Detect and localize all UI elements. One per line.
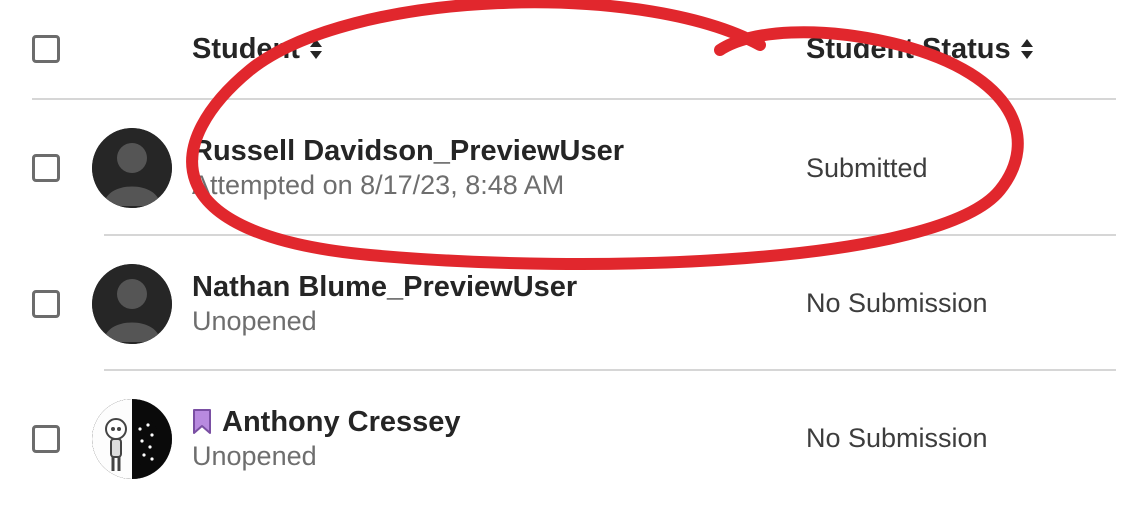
student-subtext: Unopened — [192, 306, 806, 337]
table-row[interactable]: Nathan Blume_PreviewUser Unopened No Sub… — [32, 236, 1116, 371]
student-subtext: Unopened — [192, 441, 806, 472]
column-header-status-label: Student Status — [806, 33, 1011, 66]
student-name: Anthony Cressey — [192, 406, 806, 439]
row-checkbox[interactable] — [32, 425, 60, 453]
avatar — [92, 399, 172, 479]
student-name-text: Russell Davidson_PreviewUser — [192, 135, 624, 168]
row-checkbox[interactable] — [32, 290, 60, 318]
student-name: Nathan Blume_PreviewUser — [192, 271, 806, 304]
student-name-text: Anthony Cressey — [222, 406, 461, 439]
sort-icon — [308, 38, 324, 60]
avatar — [92, 264, 172, 344]
student-subtext: Attempted on 8/17/23, 8:48 AM — [192, 170, 806, 201]
select-all-checkbox[interactable] — [32, 35, 60, 63]
sort-icon — [1019, 38, 1035, 60]
row-checkbox[interactable] — [32, 154, 60, 182]
avatar — [92, 128, 172, 208]
table-header-row: Student Student Status — [32, 0, 1116, 100]
bookmark-icon — [192, 409, 212, 435]
status-text: Submitted — [806, 153, 928, 184]
status-text: No Submission — [806, 423, 988, 454]
status-text: No Submission — [806, 288, 988, 319]
table-row[interactable]: Anthony Cressey Unopened No Submission — [32, 371, 1116, 506]
table-row[interactable]: Russell Davidson_PreviewUser Attempted o… — [32, 100, 1116, 236]
column-header-status[interactable]: Student Status — [806, 33, 1035, 66]
student-name: Russell Davidson_PreviewUser — [192, 135, 806, 168]
column-header-student[interactable]: Student — [192, 33, 806, 66]
column-header-student-label: Student — [192, 33, 300, 66]
student-name-text: Nathan Blume_PreviewUser — [192, 271, 577, 304]
